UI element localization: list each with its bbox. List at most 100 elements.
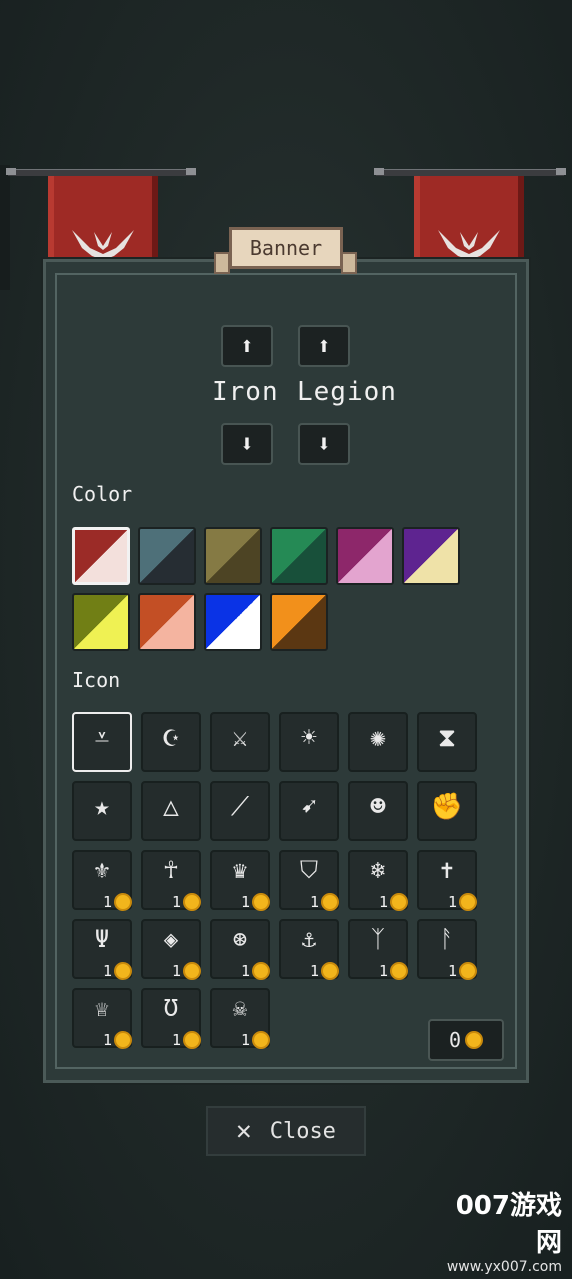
bow-icon: ➹	[301, 792, 317, 822]
icon-cost-amount: 1	[378, 962, 388, 980]
fleur-de-lis-icon: ⚜	[94, 856, 110, 884]
color-swatch-8[interactable]	[138, 593, 196, 651]
coin-icon	[252, 893, 270, 911]
icon-option-21[interactable]: ⊛ 1	[210, 919, 270, 980]
color-swatch-2[interactable]	[138, 527, 196, 585]
icon-cost: 1	[172, 962, 201, 980]
icon-option-12[interactable]: ✊	[417, 781, 477, 841]
arrow-down-icon: ⬇	[239, 430, 255, 458]
watermark-url: www.yx007.com	[446, 1259, 562, 1275]
spider-icon: ✺	[370, 723, 386, 753]
panel-title: Banner	[229, 227, 343, 269]
anchor-icon: ⚓	[301, 925, 317, 953]
blade-icon: ⟋	[230, 791, 250, 822]
icon-option-4[interactable]: ☀	[279, 712, 339, 772]
left-banner-pole	[8, 169, 196, 176]
coin-balance: 0	[428, 1019, 504, 1061]
icon-cost-amount: 1	[102, 893, 112, 911]
arrow-up-icon: ⬆	[239, 332, 255, 360]
icon-option-10[interactable]: ➹	[279, 781, 339, 841]
icon-option-25[interactable]: ♕ 1	[72, 988, 132, 1049]
icon-cost-amount: 1	[171, 962, 181, 980]
color-swatch-1[interactable]	[72, 527, 130, 585]
icon-cost: 1	[103, 1031, 132, 1049]
coin-icon	[114, 893, 132, 911]
coin-icon	[114, 1031, 132, 1049]
color-swatch-3[interactable]	[204, 527, 262, 585]
color-swatch-6[interactable]	[402, 527, 460, 585]
icon-cost: 1	[379, 893, 408, 911]
icon-option-16[interactable]: ⛉ 1	[279, 850, 339, 911]
icon-cost: 1	[172, 893, 201, 911]
icon-cost: 1	[379, 962, 408, 980]
color-swatch-4[interactable]	[270, 527, 328, 585]
icon-option-19[interactable]: Ψ1	[72, 919, 132, 980]
icon-option-14[interactable]: ☥ 1	[141, 850, 201, 911]
coin-icon	[183, 962, 201, 980]
color-swatch-10[interactable]	[270, 593, 328, 651]
icon-option-2[interactable]: ☪	[141, 712, 201, 772]
icon-cost: 1	[241, 893, 270, 911]
coin-icon	[390, 893, 408, 911]
coin-icon	[465, 1031, 484, 1049]
icon-option-1[interactable]: ⩡	[72, 712, 132, 772]
fist-icon: ✊	[430, 792, 464, 822]
icon-option-17[interactable]: ❄ 1	[348, 850, 408, 911]
left-pole-cap	[6, 168, 16, 175]
icon-cost-amount: 1	[378, 893, 388, 911]
icon-cost: 1	[103, 893, 132, 911]
coin-icon	[114, 962, 132, 980]
coin-icon	[459, 893, 477, 911]
icon-option-22[interactable]: ⚓ 1	[279, 919, 339, 980]
title-scroll-left-end	[214, 252, 230, 274]
second-word-down-button[interactable]: ⬇	[298, 423, 350, 465]
hourglass-icon: ⧗	[437, 722, 457, 753]
arrow-down-icon: ⬇	[316, 430, 332, 458]
crossed-swords-icon: ⚔	[232, 723, 248, 753]
horseshoe-icon: Ʊ	[163, 994, 179, 1022]
icon-option-11[interactable]: ☻	[348, 781, 408, 841]
icon-option-23[interactable]: ᛉ1	[348, 919, 408, 980]
color-swatch-9[interactable]	[204, 593, 262, 651]
icon-option-24[interactable]: ᚨ1	[417, 919, 477, 980]
icon-option-26[interactable]: Ʊ1	[141, 988, 201, 1049]
icon-option-13[interactable]: ⚜ 1	[72, 850, 132, 911]
site-watermark: 007游戏网 www.yx007.com	[446, 1185, 562, 1275]
diamond-target-icon: ◈	[163, 925, 179, 953]
discord-icon: ☻	[370, 792, 386, 822]
icon-option-15[interactable]: ♛ 1	[210, 850, 270, 911]
icon-option-8[interactable]: △	[141, 781, 201, 841]
icon-option-9[interactable]: ⟋	[210, 781, 270, 841]
icon-option-6[interactable]: ⧗	[417, 712, 477, 772]
close-button-label: Close	[269, 1118, 336, 1144]
icon-option-3[interactable]: ⚔	[210, 712, 270, 772]
coin-icon	[459, 962, 477, 980]
icon-cost-amount: 1	[240, 1031, 250, 1049]
coin-icon	[321, 893, 339, 911]
icon-option-5[interactable]: ✺	[348, 712, 408, 772]
first-word-down-button[interactable]: ⬇	[221, 423, 273, 465]
coin-icon	[390, 962, 408, 980]
close-button[interactable]: ✕ Close	[206, 1106, 366, 1156]
icon-option-27[interactable]: ☠ 1	[210, 988, 270, 1049]
color-swatch-5[interactable]	[336, 527, 394, 585]
icon-option-18[interactable]: ✝ 1	[417, 850, 477, 911]
icon-cost: 1	[103, 962, 132, 980]
right-pole-cap	[374, 168, 384, 175]
crescent-star-icon: ☪	[163, 723, 179, 753]
coin-icon	[321, 962, 339, 980]
color-swatch-7[interactable]	[72, 593, 130, 651]
icon-cost: 1	[448, 962, 477, 980]
icon-option-7[interactable]: ★	[72, 781, 132, 841]
x-icon: ✕	[236, 1116, 252, 1146]
ankh-icon: ☥	[163, 856, 179, 884]
second-word-up-button[interactable]: ⬆	[298, 325, 350, 367]
icon-cost-amount: 1	[102, 1031, 112, 1049]
first-word-up-button[interactable]: ⬆	[221, 325, 273, 367]
left-edge-shadow	[0, 165, 10, 290]
rune-y-icon: ᛉ	[370, 925, 386, 953]
icon-cost: 1	[241, 962, 270, 980]
coin-icon	[183, 1031, 201, 1049]
icon-cost-amount: 1	[240, 962, 250, 980]
icon-option-20[interactable]: ◈ 1	[141, 919, 201, 980]
